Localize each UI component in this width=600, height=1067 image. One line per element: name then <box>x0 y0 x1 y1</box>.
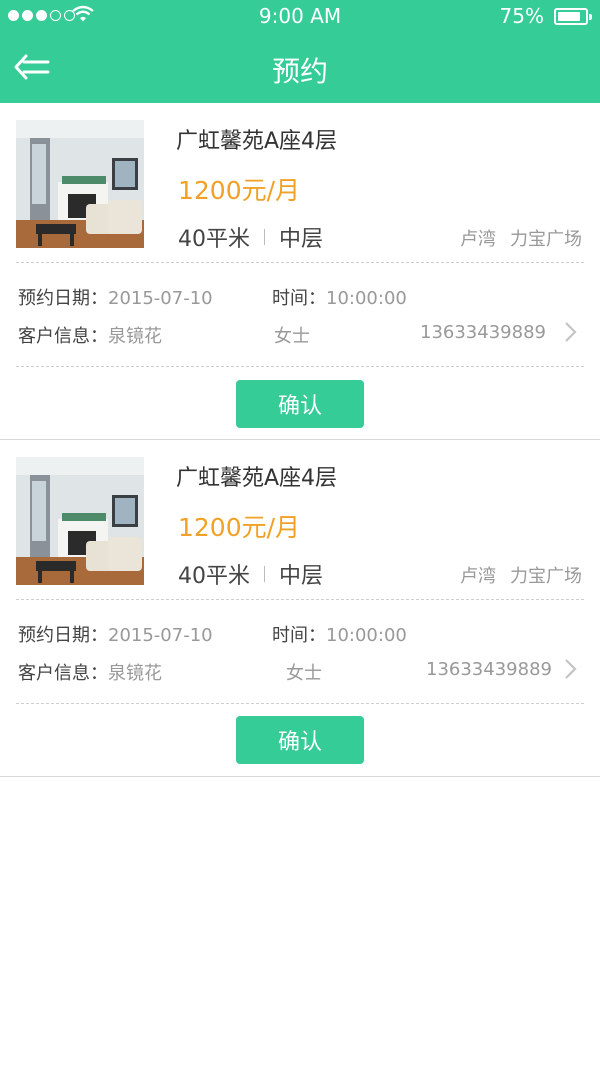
appointment-date: 预约日期：2015-07-10 <box>18 625 213 646</box>
house-title: 广虹馨苑A座4层 <box>176 466 338 491</box>
house-location: 卢湾 力宝广场 <box>460 562 582 588</box>
customer-gender: 女士 <box>286 663 322 684</box>
house-photo <box>16 457 144 585</box>
house-landmark: 力宝广场 <box>510 229 582 250</box>
house-spec: 40平米 中层 <box>178 221 323 253</box>
house-floor: 中层 <box>279 227 324 252</box>
spec-divider <box>264 566 265 582</box>
page-title: 预约 <box>271 55 328 88</box>
house-photo <box>16 120 144 248</box>
divider <box>16 599 584 600</box>
divider <box>16 366 584 367</box>
house-location: 卢湾 力宝广场 <box>460 225 582 251</box>
header-bar: 9:00 AM 75% 预约 <box>0 0 600 103</box>
divider <box>16 703 584 704</box>
rent-price: 1200元/月 <box>178 513 301 542</box>
house-district: 卢湾 <box>460 566 496 587</box>
nav-bar: 预约 <box>0 38 600 102</box>
house-spec: 40平米 中层 <box>178 558 323 590</box>
chevron-right-icon[interactable] <box>564 658 578 680</box>
house-district: 卢湾 <box>460 229 496 250</box>
battery-icon <box>554 8 592 25</box>
appointment-date: 预约日期：2015-07-10 <box>18 288 213 309</box>
house-area: 40平米 <box>178 564 250 589</box>
customer-gender: 女士 <box>274 326 310 347</box>
status-bar: 9:00 AM 75% <box>0 0 600 32</box>
appointment-card[interactable]: 广虹馨苑A座4层 1200元/月 40平米 中层 卢湾 力宝广场 预约日期：20… <box>0 440 600 777</box>
customer-phone: 13633439889 <box>420 322 546 343</box>
customer-phone: 13633439889 <box>426 659 552 680</box>
customer-info: 客户信息：泉镜花 <box>18 326 162 347</box>
house-landmark: 力宝广场 <box>510 566 582 587</box>
house-floor: 中层 <box>279 564 324 589</box>
appointment-time: 时间：10:00:00 <box>272 288 407 309</box>
chevron-right-icon[interactable] <box>564 321 578 343</box>
divider <box>16 262 584 263</box>
house-title: 广虹馨苑A座4层 <box>176 129 338 154</box>
house-area: 40平米 <box>178 227 250 252</box>
spec-divider <box>264 229 265 245</box>
confirm-button[interactable]: 确认 <box>236 716 364 764</box>
battery-percentage: 75% <box>499 4 544 28</box>
customer-info: 客户信息：泉镜花 <box>18 663 162 684</box>
appointment-card[interactable]: 广虹馨苑A座4层 1200元/月 40平米 中层 卢湾 力宝广场 预约日期：20… <box>0 103 600 440</box>
rent-price: 1200元/月 <box>178 176 301 205</box>
appointment-time: 时间：10:00:00 <box>272 625 407 646</box>
confirm-button[interactable]: 确认 <box>236 380 364 428</box>
